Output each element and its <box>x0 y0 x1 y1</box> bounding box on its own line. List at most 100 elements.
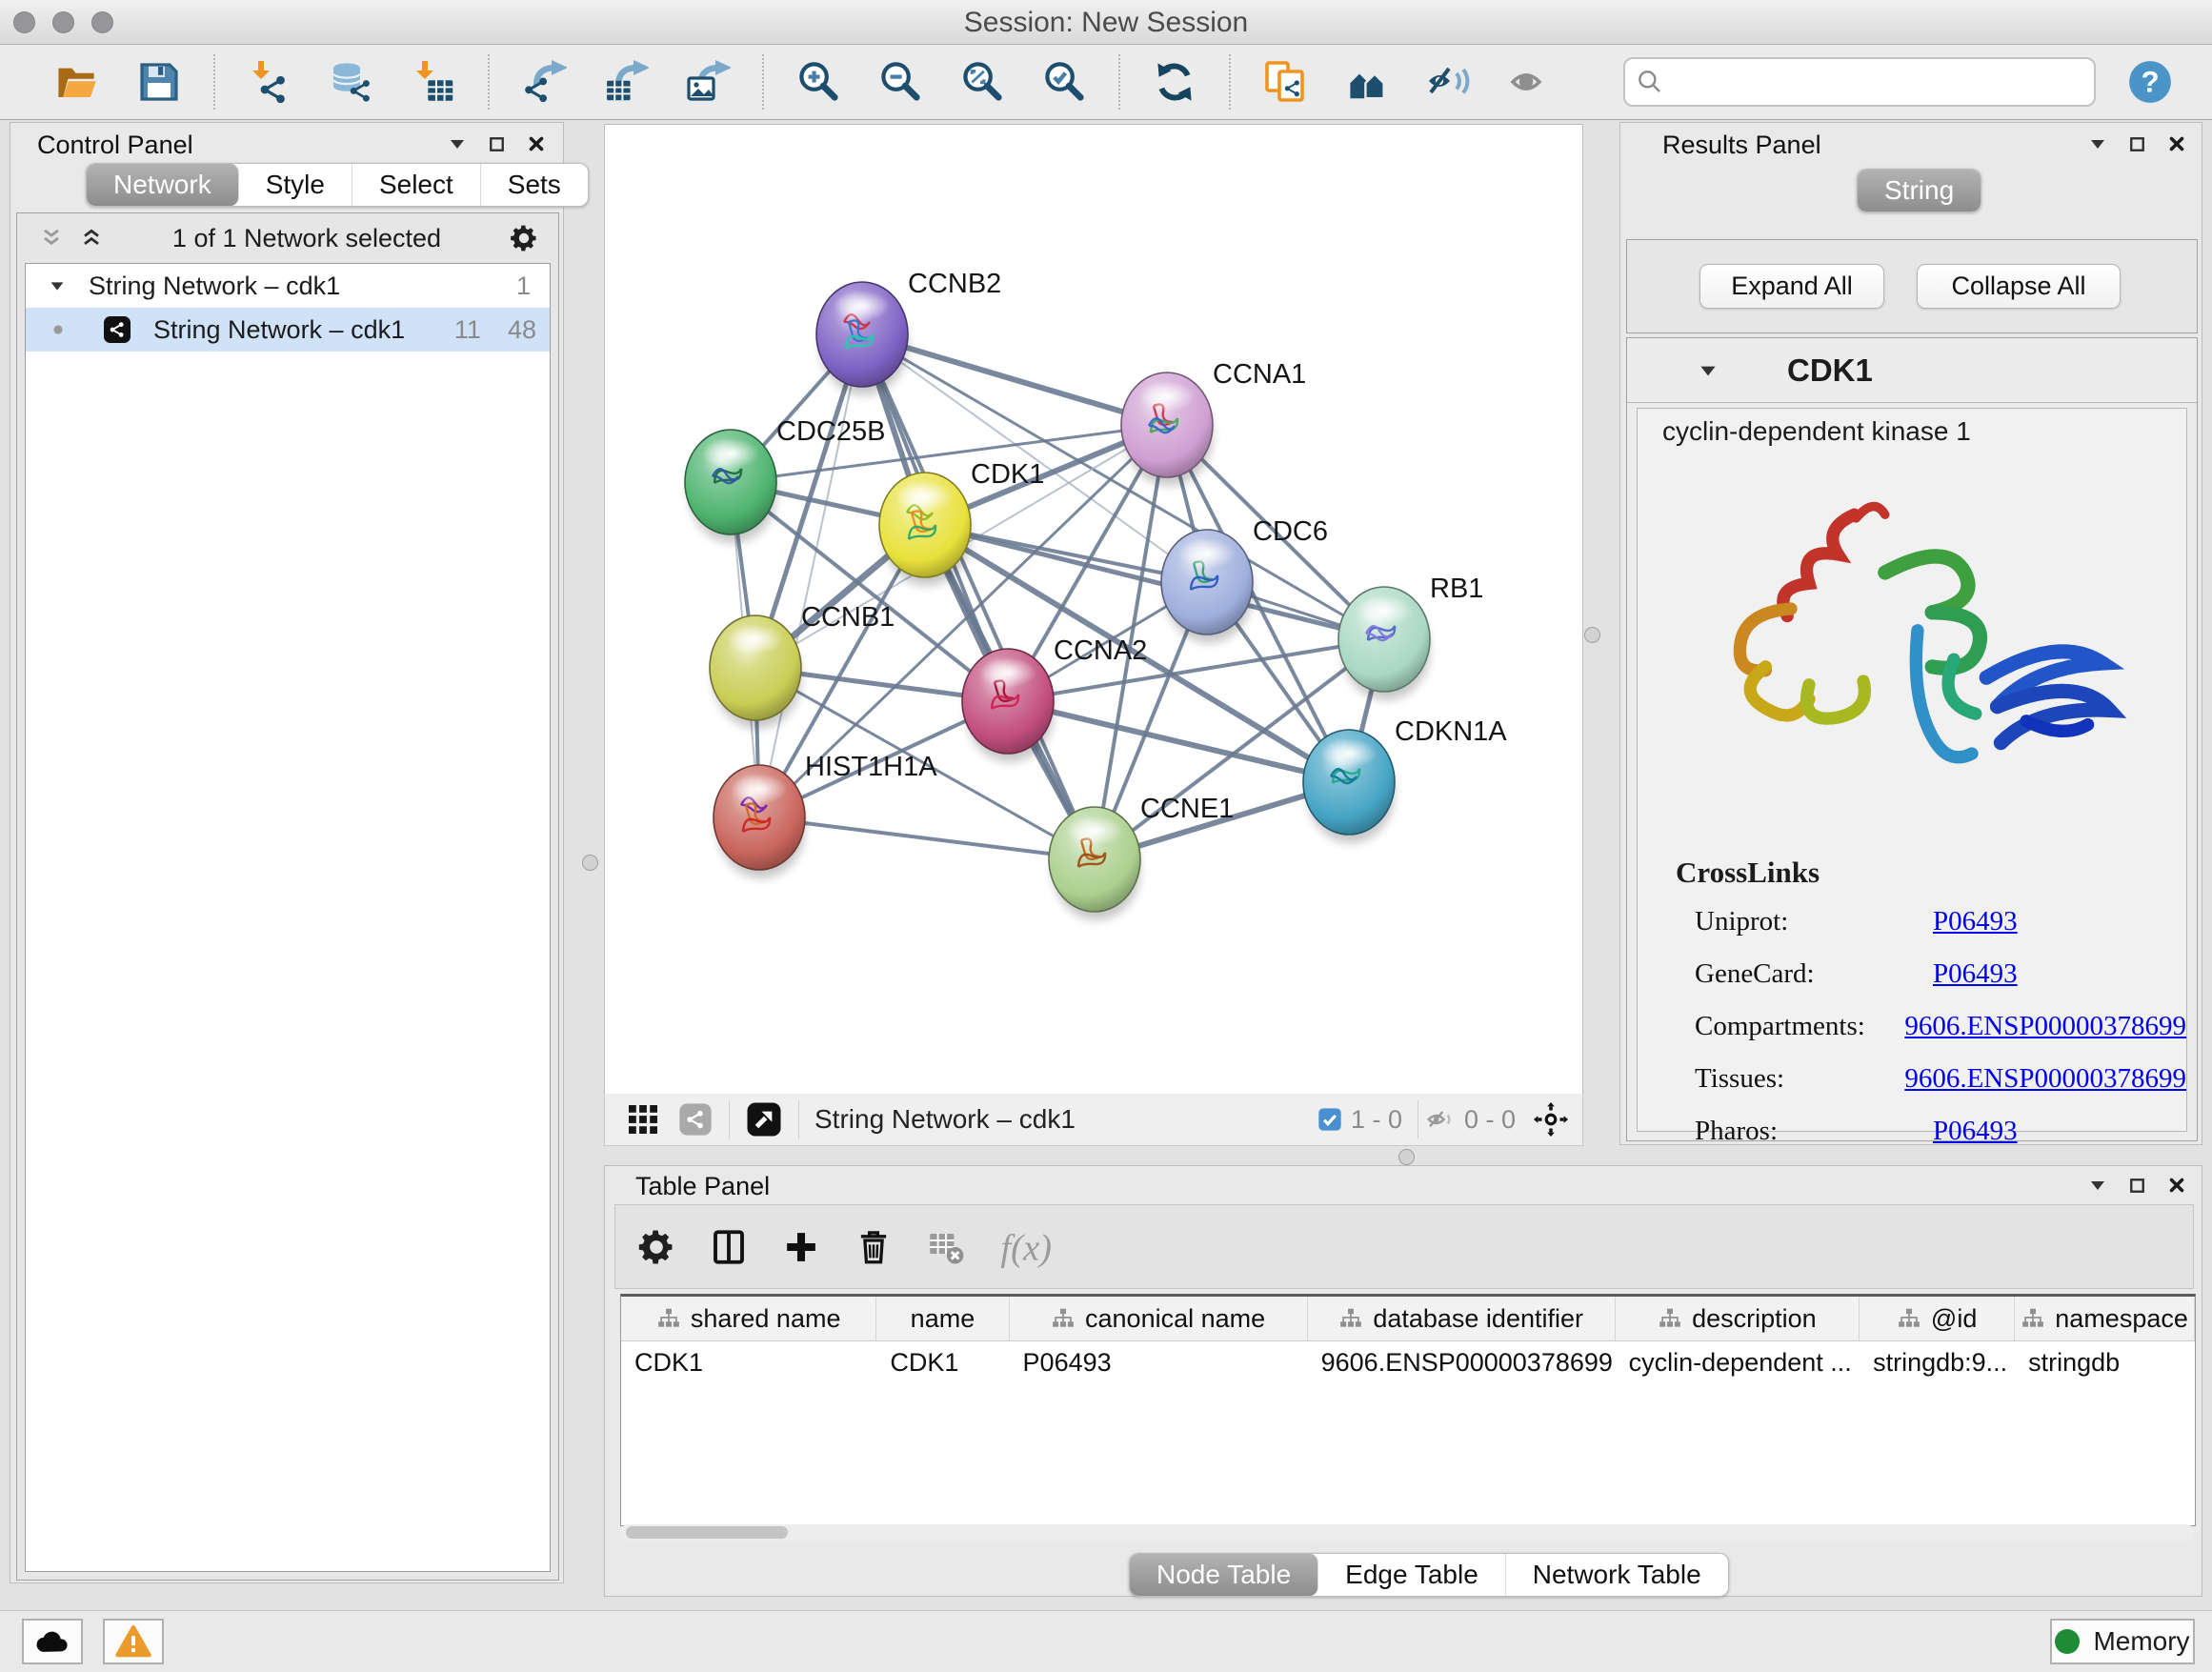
add-column-icon[interactable] <box>781 1227 821 1267</box>
zoom-in-button[interactable] <box>789 52 848 111</box>
table-options-gear-icon[interactable] <box>636 1227 676 1267</box>
show-columns-icon[interactable] <box>709 1227 749 1267</box>
crosslink-row: GeneCard: P06493 <box>1695 948 2186 1000</box>
edge-count: 48 <box>508 315 536 345</box>
import-table-button[interactable] <box>404 52 463 111</box>
crosslink-value-link[interactable]: P06493 <box>1933 906 2018 937</box>
show-all-button[interactable] <box>1501 52 1560 111</box>
network-graph[interactable]: CCNB2CCNA1CDC25BCDK1CDC6RB1CCNB1CCNA2CDK… <box>605 125 1580 1093</box>
collapse-all-button[interactable]: Collapse All <box>1917 264 2121 309</box>
column-header-name[interactable]: name <box>876 1297 1009 1340</box>
bottom-splitter-handle[interactable] <box>1398 1149 1415 1165</box>
crosslink-value-link[interactable]: P06493 <box>1933 1116 2018 1147</box>
crosslink-label: Compartments: <box>1695 1011 1904 1042</box>
column-header-description[interactable]: description <box>1616 1297 1860 1340</box>
open-folder-button[interactable] <box>48 52 107 111</box>
export-image-button[interactable] <box>678 52 737 111</box>
crosslink-value-link[interactable]: 9606.ENSP00000378699 <box>1904 1063 2186 1095</box>
table-panel-close-icon[interactable] <box>2165 1174 2188 1197</box>
right-splitter-handle[interactable] <box>1584 627 1600 643</box>
tab-network-table[interactable]: Network Table <box>1506 1554 1728 1596</box>
hide-selected-button[interactable] <box>1419 52 1478 111</box>
control-panel-float-icon[interactable] <box>486 133 508 155</box>
crosslink-value-link[interactable]: 9606.ENSP00000378699 <box>1904 1011 2186 1042</box>
left-splitter-handle[interactable] <box>582 855 598 871</box>
import-database-button[interactable] <box>322 52 381 111</box>
crosslink-value-link[interactable]: P06493 <box>1933 958 2018 990</box>
zoom-fit-button[interactable] <box>953 52 1012 111</box>
help-icon: ? <box>2126 58 2174 106</box>
crosslink-label: Pharos: <box>1695 1116 1933 1147</box>
warnings-button[interactable] <box>103 1619 164 1664</box>
save-button[interactable] <box>130 52 189 111</box>
network-tree-row[interactable]: String Network – cdk1 1 <box>26 264 550 308</box>
column-header-shared-name[interactable]: shared name <box>621 1297 876 1340</box>
zoom-out-button[interactable] <box>871 52 930 111</box>
column-header--id[interactable]: @id <box>1860 1297 2015 1340</box>
control-panel-menu-icon[interactable] <box>446 132 469 155</box>
svg-text:HIST1H1A: HIST1H1A <box>805 752 937 782</box>
zoom-selected-button[interactable] <box>1035 52 1094 111</box>
network-bullet-icon <box>49 320 68 339</box>
table-panel-menu-icon[interactable] <box>2086 1174 2109 1197</box>
tab-node-table[interactable]: Node Table <box>1130 1554 1318 1596</box>
export-network-button[interactable] <box>514 52 573 111</box>
search-input[interactable] <box>1623 57 2096 107</box>
network-tree-row[interactable]: String Network – cdk1 11 48 <box>26 308 550 352</box>
first-neighbors-button[interactable] <box>1337 52 1397 111</box>
results-panel-close-icon[interactable] <box>2165 132 2188 155</box>
table-hscrollbar[interactable] <box>620 1524 2194 1541</box>
control-panel-title: Control Panel <box>37 131 193 160</box>
table-panel: Table Panel f(x) shared namenamecanonica… <box>604 1165 2202 1597</box>
network-selection-status: 1 of 1 Network selected <box>105 224 509 253</box>
results-panel-menu-icon[interactable] <box>2086 132 2109 155</box>
collection-count: 1 <box>516 272 531 301</box>
table-body: CDK1CDK1P064939606.ENSP00000378699cyclin… <box>621 1341 2195 1383</box>
status-bar: Memory <box>0 1610 2212 1672</box>
import-network-button[interactable] <box>240 52 299 111</box>
export-table-icon <box>603 59 649 105</box>
hidden-items-icon <box>1426 1104 1457 1135</box>
tab-edge-table[interactable]: Edge Table <box>1318 1554 1506 1596</box>
table-row[interactable]: CDK1CDK1P064939606.ENSP00000378699cyclin… <box>621 1341 2195 1383</box>
crosslink-row: Uniprot: P06493 <box>1695 896 2186 948</box>
refresh-button[interactable] <box>1145 52 1204 111</box>
column-header-namespace[interactable]: namespace <box>2015 1297 2195 1340</box>
memory-button[interactable]: Memory <box>2050 1619 2195 1664</box>
table-header-row: shared namenamecanonical name database id… <box>621 1297 2195 1341</box>
column-header-database-identifier[interactable]: database identifier <box>1308 1297 1616 1340</box>
svg-text:CDKN1A: CDKN1A <box>1395 716 1507 747</box>
table-hscrollbar-thumb[interactable] <box>626 1526 788 1539</box>
tab-string[interactable]: String <box>1858 170 1981 212</box>
crosshair-icon[interactable] <box>1533 1101 1569 1138</box>
node-count: 11 <box>454 315 481 345</box>
help-button[interactable]: ? <box>2126 58 2174 106</box>
cloud-status-button[interactable] <box>22 1619 83 1664</box>
network-badge-icon[interactable] <box>677 1101 714 1138</box>
network-options-gear-icon[interactable] <box>509 223 539 253</box>
duplicate-network-button[interactable] <box>1256 52 1315 111</box>
control-panel-close-icon[interactable] <box>525 132 548 155</box>
collapse-all-networks-icon[interactable] <box>38 225 65 252</box>
tab-sets[interactable]: Sets <box>481 164 588 206</box>
expand-all-button[interactable]: Expand All <box>1699 264 1884 309</box>
selected-checkbox-icon[interactable] <box>1317 1106 1343 1133</box>
birdseye-view-icon[interactable] <box>745 1100 783 1138</box>
tab-style[interactable]: Style <box>239 164 352 206</box>
export-table-button[interactable] <box>596 52 655 111</box>
expand-all-networks-icon[interactable] <box>78 225 105 252</box>
grid-view-icon[interactable] <box>626 1102 660 1137</box>
delete-column-icon[interactable] <box>854 1227 894 1267</box>
section-collapse-icon[interactable] <box>1696 358 1720 383</box>
results-panel-float-icon[interactable] <box>2126 133 2148 155</box>
zoom-fit-icon <box>959 59 1005 105</box>
network-canvas[interactable]: CCNB2CCNA1CDC25BCDK1CDC6RB1CCNB1CCNA2CDK… <box>604 124 1583 1096</box>
gene-section-header[interactable]: CDK1 <box>1627 338 2197 403</box>
table-panel-float-icon[interactable] <box>2126 1175 2148 1197</box>
column-header-label: database identifier <box>1373 1304 1583 1334</box>
tree-expand-icon[interactable] <box>47 275 68 296</box>
import-table-icon <box>411 59 456 105</box>
column-header-canonical-name[interactable]: canonical name <box>1010 1297 1308 1340</box>
tab-select[interactable]: Select <box>352 164 481 206</box>
tab-network[interactable]: Network <box>87 164 239 206</box>
